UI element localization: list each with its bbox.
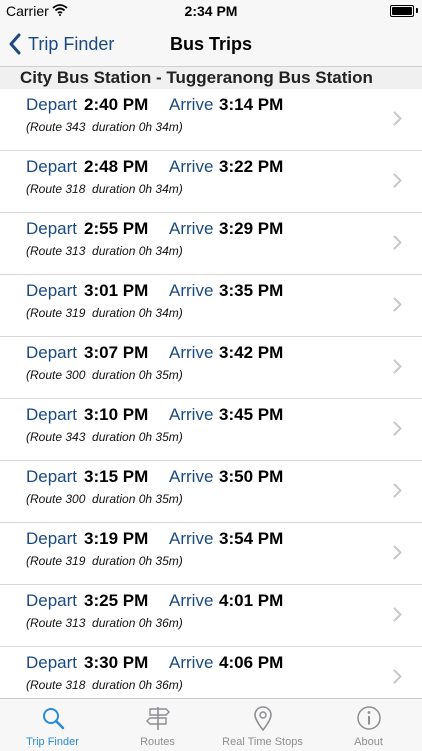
arrive-time: 4:01 PM	[219, 591, 284, 610]
trip-row[interactable]: Depart 3:07 PM Arrive 3:42 PM (Route 300 dur…	[0, 337, 422, 399]
arrive-label: Arrive	[169, 653, 214, 672]
arrive-label: Arrive	[169, 405, 214, 424]
depart-time: 2:55 PM	[84, 219, 149, 238]
route-details: (Route 318 duration 0h 34m)	[26, 182, 183, 196]
tab-label: Trip Finder	[26, 736, 79, 748]
arrive-label: Arrive	[169, 343, 214, 362]
arrive-time: 4:06 PM	[219, 653, 284, 672]
trip-row[interactable]: Depart 3:25 PM Arrive 4:01 PM (Route 313 dur…	[0, 585, 422, 647]
depart-label: Depart	[26, 405, 78, 424]
status-time: 2:34 PM	[184, 3, 238, 19]
route-details: (Route 343 duration 0h 35m)	[26, 430, 183, 444]
depart-time: 2:40 PM	[84, 95, 149, 114]
trip-row[interactable]: Depart 2:40 PM Arrive 3:14 PM (Route 343 dur…	[0, 89, 422, 151]
battery-icon	[390, 5, 414, 17]
depart-time: 3:15 PM	[84, 467, 149, 486]
tab-label: Real Time Stops	[222, 736, 303, 748]
depart-label: Depart	[26, 343, 78, 362]
status-bar: Carrier 2:34 PM	[0, 0, 422, 22]
chevron-right-icon	[393, 359, 402, 374]
depart-time: 3:01 PM	[84, 281, 149, 300]
depart-label: Depart	[26, 653, 78, 672]
depart-label: Depart	[26, 95, 78, 114]
route-details: (Route 313 duration 0h 36m)	[26, 616, 183, 630]
route-details: (Route 319 duration 0h 34m)	[26, 306, 183, 320]
route-details: (Route 300 duration 0h 35m)	[26, 492, 183, 506]
battery-tip	[416, 8, 418, 13]
depart-label: Depart	[26, 219, 78, 238]
depart-time: 3:19 PM	[84, 529, 149, 548]
tab-label: About	[354, 736, 383, 748]
depart-label: Depart	[26, 467, 78, 486]
depart-time: 3:30 PM	[84, 653, 149, 672]
trip-row[interactable]: Depart 2:48 PM Arrive 3:22 PM (Route 318 dur…	[0, 151, 422, 213]
tab-label: Routes	[140, 736, 175, 748]
chevron-right-icon	[393, 545, 402, 560]
chevron-right-icon	[393, 235, 402, 250]
trip-row[interactable]: Depart 3:01 PM Arrive 3:35 PM (Route 319 dur…	[0, 275, 422, 337]
arrive-label: Arrive	[169, 591, 214, 610]
chevron-right-icon	[393, 483, 402, 498]
route-details: (Route 313 duration 0h 34m)	[26, 244, 183, 258]
trip-row[interactable]: Depart 3:10 PM Arrive 3:45 PM (Route 343 dur…	[0, 399, 422, 461]
arrive-label: Arrive	[169, 467, 214, 486]
route-details: (Route 319 duration 0h 35m)	[26, 554, 183, 568]
arrive-label: Arrive	[169, 219, 214, 238]
route-details: (Route 318 duration 0h 36m)	[26, 678, 183, 692]
depart-label: Depart	[26, 157, 78, 176]
chevron-right-icon	[393, 607, 402, 622]
trip-list[interactable]: Depart 2:40 PM Arrive 3:14 PM (Route 343 dur…	[0, 89, 422, 698]
chevron-right-icon	[393, 669, 402, 684]
trip-row[interactable]: Depart 3:30 PM Arrive 4:06 PM (Route 318 dur…	[0, 647, 422, 698]
arrive-label: Arrive	[169, 281, 214, 300]
back-button-label: Trip Finder	[28, 33, 115, 54]
route-details: (Route 300 duration 0h 35m)	[26, 368, 183, 382]
back-button[interactable]: Trip Finder	[8, 22, 114, 66]
map-pin-icon	[254, 706, 272, 731]
tab-bar: Trip Finder Routes Real Time Stops About	[0, 698, 422, 751]
tab-trip-finder[interactable]: Trip Finder	[0, 699, 105, 751]
depart-label: Depart	[26, 591, 78, 610]
arrive-time: 3:54 PM	[219, 529, 284, 548]
chevron-right-icon	[393, 421, 402, 436]
depart-label: Depart	[26, 529, 78, 548]
depart-time: 3:07 PM	[84, 343, 149, 362]
arrive-label: Arrive	[169, 95, 214, 114]
chevron-left-icon	[9, 33, 21, 55]
trip-row[interactable]: Depart 2:55 PM Arrive 3:29 PM (Route 313 dur…	[0, 213, 422, 275]
chevron-right-icon	[393, 111, 402, 126]
depart-label: Depart	[26, 281, 78, 300]
depart-time: 3:25 PM	[84, 591, 149, 610]
section-header: City Bus Station - Tuggeranong Bus Stati…	[0, 67, 422, 90]
depart-time: 2:48 PM	[84, 157, 149, 176]
trip-row[interactable]: Depart 3:15 PM Arrive 3:50 PM (Route 300 dur…	[0, 461, 422, 523]
navigation-bar: Trip Finder Bus Trips	[0, 22, 422, 67]
arrive-time: 3:45 PM	[219, 405, 284, 424]
chevron-right-icon	[393, 297, 402, 312]
arrive-time: 3:22 PM	[219, 157, 284, 176]
trip-row[interactable]: Depart 3:19 PM Arrive 3:54 PM (Route 319 dur…	[0, 523, 422, 585]
arrive-time: 3:29 PM	[219, 219, 284, 238]
arrive-time: 3:42 PM	[219, 343, 284, 362]
tab-real-time-stops[interactable]: Real Time Stops	[210, 699, 315, 751]
depart-time: 3:10 PM	[84, 405, 149, 424]
magnifier-icon	[43, 708, 65, 730]
info-icon	[357, 706, 381, 730]
arrive-time: 3:50 PM	[219, 467, 284, 486]
tab-about[interactable]: About	[316, 699, 421, 751]
arrive-label: Arrive	[169, 157, 214, 176]
tab-routes[interactable]: Routes	[105, 699, 210, 751]
arrive-time: 3:35 PM	[219, 281, 284, 300]
arrive-time: 3:14 PM	[219, 95, 284, 114]
chevron-right-icon	[393, 173, 402, 188]
route-details: (Route 343 duration 0h 34m)	[26, 120, 183, 134]
signpost-icon	[146, 707, 170, 730]
section-title: City Bus Station - Tuggeranong Bus Stati…	[20, 68, 373, 87]
arrive-label: Arrive	[169, 529, 214, 548]
